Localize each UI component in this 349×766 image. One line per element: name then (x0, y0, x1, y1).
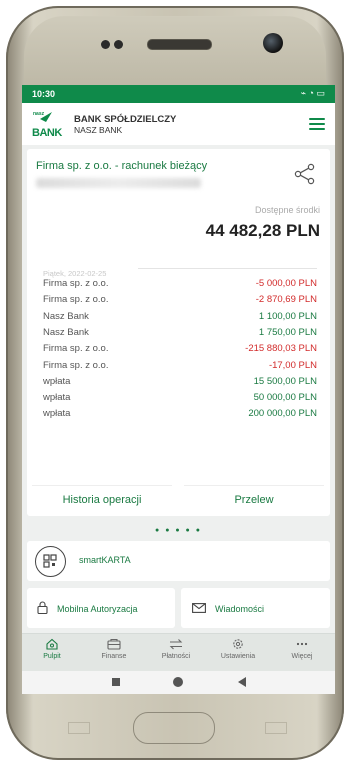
transfer-button[interactable]: Przelew (184, 485, 324, 513)
pager-dots-text: ● ● ● ● ● (155, 527, 202, 534)
pager-dots[interactable]: ● ● ● ● ● (22, 527, 335, 534)
messages-tile[interactable]: Wiadomości (181, 588, 330, 628)
transaction-name: Firma sp. z o.o. (43, 294, 109, 306)
hardware-home-button[interactable] (133, 712, 215, 744)
transaction-amount: 1 750,00 PLN (258, 326, 317, 338)
bottom-navigation: Pulpit Finanse Płatności Ustawienia Więc… (22, 633, 335, 672)
more-dots-icon (296, 642, 308, 646)
envelope-icon (192, 603, 206, 613)
front-camera (263, 33, 283, 53)
status-icons: ⌁ ◔ ▭ (300, 88, 325, 98)
nav-label: Płatności (161, 653, 191, 660)
status-time: 10:30 (32, 89, 56, 99)
mobile-auth-tile[interactable]: Mobilna Autoryzacja (27, 588, 175, 628)
app-header: nasz BANK BANK SPÓŁDZIELCZY NASZ BANK (22, 103, 335, 145)
nav-item-platnosci[interactable]: Płatności (146, 638, 206, 660)
transaction-row[interactable]: Nasz Bank 1 100,00 PLN (43, 311, 317, 327)
transaction-row[interactable]: wpłata 200 000,00 PLN (43, 408, 317, 424)
date-divider (138, 268, 317, 269)
transaction-name: wpłata (43, 392, 71, 404)
smartkarta-label: smartKARTA (79, 555, 131, 565)
transaction-name: Firma sp. z o.o. (43, 278, 109, 289)
transaction-amount: -17,00 PLN (268, 359, 317, 371)
transaction-row[interactable]: Firma sp. z o.o. -2 870,69 PLN (43, 294, 317, 310)
transaction-row[interactable]: Nasz Bank 1 750,00 PLN (43, 327, 317, 343)
home-circle-icon[interactable] (173, 677, 183, 687)
bank-name-subtitle: NASZ BANK (74, 125, 123, 135)
nav-item-finanse[interactable]: Finanse (84, 638, 144, 660)
nav-item-ustawienia[interactable]: Ustawienia (208, 638, 268, 660)
available-funds-label: Dostępne środki (254, 205, 320, 215)
transaction-row[interactable]: wpłata 15 500,00 PLN (43, 376, 317, 392)
nav-label: Więcej (291, 653, 313, 660)
transaction-name: Firma sp. z o.o. (43, 359, 109, 371)
lock-icon (37, 601, 48, 614)
phone-screen: 10:30 ⌁ ◔ ▭ nasz BANK BANK SPÓŁDZIELCZY … (22, 85, 335, 694)
recent-apps-icon[interactable] (112, 678, 120, 686)
account-number-blurred (36, 178, 201, 188)
transaction-name: Nasz Bank (43, 310, 89, 322)
transaction-list: Piątek, 2022-02-25 Firma sp. z o.o. -5 00… (27, 250, 330, 480)
transaction-name: wpłata (43, 408, 71, 420)
transaction-amount: -2 870,69 PLN (255, 294, 317, 306)
transfer-arrows-icon (169, 639, 183, 650)
back-arrow-icon[interactable] (238, 677, 246, 687)
qr-card-icon (35, 546, 66, 577)
transaction-amount: 15 500,00 PLN (253, 375, 317, 387)
nav-item-pulpit[interactable]: Pulpit (22, 638, 82, 660)
earpiece-speaker (147, 39, 212, 50)
history-button[interactable]: Historia operacji (32, 485, 172, 513)
logo-text: BANK (32, 127, 62, 139)
sensor-dot (114, 40, 123, 49)
phone-top-bezel (24, 16, 326, 88)
sensor-dot (101, 40, 110, 49)
transaction-row[interactable]: Firma sp. z o.o. -215 880,03 PLN (43, 343, 317, 359)
transaction-date: Piątek, 2022-02-25 (43, 269, 107, 278)
status-bar: 10:30 ⌁ ◔ ▭ (22, 85, 335, 103)
bank-name: BANK SPÓŁDZIELCZY NASZ BANK (74, 114, 177, 136)
hardware-back-key (265, 722, 287, 734)
transaction-name: Nasz Bank (43, 326, 89, 338)
hamburger-menu-icon[interactable] (309, 118, 325, 130)
mobile-auth-label: Mobilna Autoryzacja (57, 604, 138, 614)
smartkarta-tile[interactable]: smartKARTA (27, 541, 330, 581)
transaction-amount: 200 000,00 PLN (248, 408, 317, 420)
bank-name-title: BANK SPÓŁDZIELCZY (74, 114, 177, 125)
nav-item-wiecej[interactable]: Więcej (272, 638, 332, 660)
transaction-amount: -5 000,00 PLN (255, 278, 317, 289)
transaction-amount: 1 100,00 PLN (258, 310, 317, 322)
transaction-row[interactable]: wpłata 50 000,00 PLN (43, 392, 317, 408)
transaction-amount: 50 000,00 PLN (253, 392, 317, 404)
transaction-row[interactable]: Firma sp. z o.o. -17,00 PLN (43, 360, 317, 376)
hardware-recent-key (68, 722, 90, 734)
date-separator: Piątek, 2022-02-25 (43, 263, 317, 278)
transaction-row[interactable]: Firma sp. z o.o. -5 000,00 PLN (43, 278, 317, 294)
share-icon[interactable] (294, 163, 316, 185)
wallet-icon (107, 638, 121, 650)
logo-small-text: nasz (33, 111, 45, 117)
transaction-name: wpłata (43, 375, 71, 387)
account-balance: 44 482,28 PLN (205, 221, 320, 240)
system-navigation-bar (22, 671, 335, 694)
nav-label: Pulpit (43, 653, 61, 660)
account-card: Firma sp. z o.o. - rachunek bieżący Dost… (27, 149, 330, 516)
transaction-name: Firma sp. z o.o. (43, 343, 109, 355)
account-name[interactable]: Firma sp. z o.o. - rachunek bieżący (36, 160, 207, 172)
gear-icon (233, 639, 243, 649)
messages-label: Wiadomości (215, 604, 265, 614)
transaction-amount: -215 880,03 PLN (245, 343, 317, 355)
nav-label: Finanse (101, 653, 127, 660)
home-icon (46, 638, 58, 650)
nav-label: Ustawienia (220, 653, 256, 660)
